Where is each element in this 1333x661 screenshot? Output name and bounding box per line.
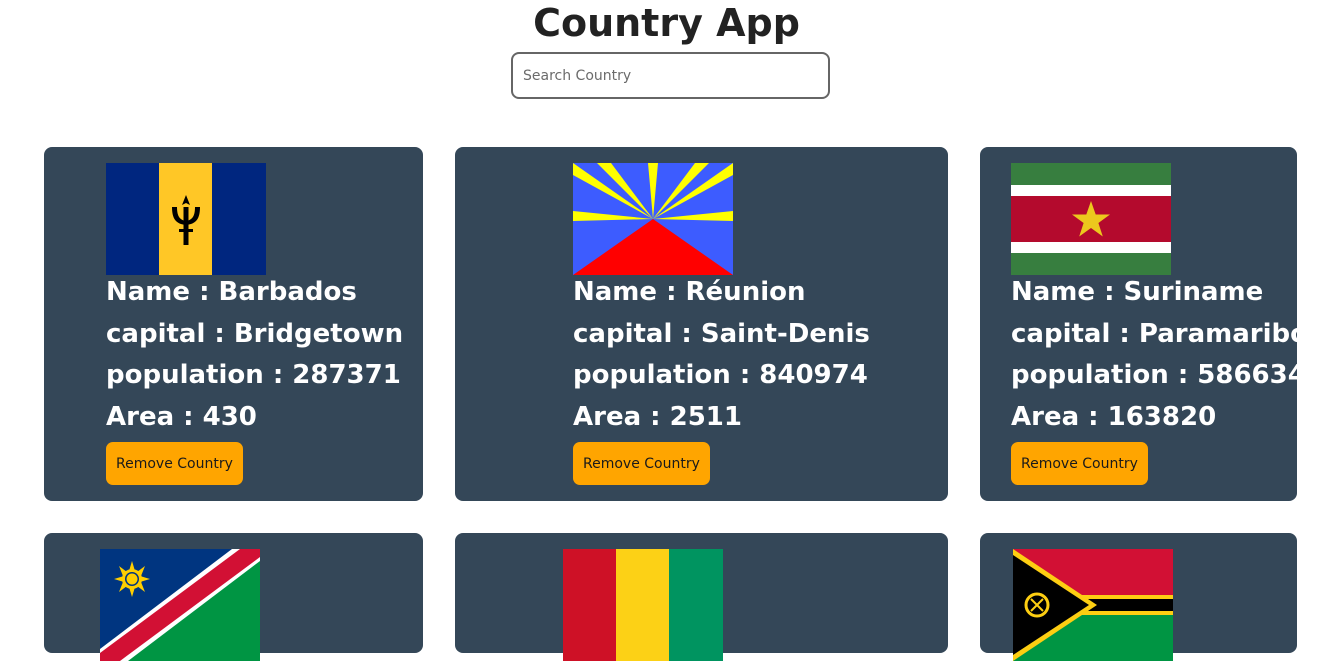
- remove-country-button[interactable]: Remove Country: [573, 442, 710, 485]
- country-area: Area : 430: [106, 401, 257, 432]
- country-population: population : 840974: [573, 360, 868, 390]
- country-population: population : 586634: [1011, 360, 1306, 390]
- country-card: Name : Suriname capital : Paramaribo pop…: [980, 147, 1308, 501]
- country-card: [455, 533, 948, 661]
- country-capital: capital : Saint-Denis: [573, 318, 870, 349]
- barbados-flag-icon: [106, 163, 266, 275]
- country-card: [44, 533, 423, 661]
- suriname-flag-icon: [1011, 163, 1171, 275]
- country-name: Name : Réunion: [573, 277, 806, 307]
- guinea-flag-icon: [563, 549, 723, 661]
- country-area: Area : 2511: [573, 401, 742, 432]
- country-name: Name : Suriname: [1011, 277, 1264, 307]
- country-name: Name : Barbados: [106, 277, 357, 307]
- search-input[interactable]: [511, 52, 830, 99]
- remove-country-button[interactable]: Remove Country: [106, 442, 243, 485]
- namibia-flag-icon: [100, 549, 260, 661]
- page-title: Country App: [533, 1, 800, 45]
- remove-country-button[interactable]: Remove Country: [1011, 442, 1148, 485]
- country-capital: capital : Bridgetown: [106, 318, 404, 349]
- vanuatu-flag-icon: [1013, 549, 1173, 661]
- reunion-flag-icon: [573, 163, 733, 275]
- country-capital: capital : Paramaribo: [1011, 318, 1308, 349]
- country-card: Name : Réunion capital : Saint-Denis pop…: [455, 147, 948, 501]
- country-area: Area : 163820: [1011, 401, 1217, 432]
- country-card: [980, 533, 1297, 661]
- country-card: Name : Barbados capital : Bridgetown pop…: [44, 147, 423, 501]
- country-population: population : 287371: [106, 360, 401, 390]
